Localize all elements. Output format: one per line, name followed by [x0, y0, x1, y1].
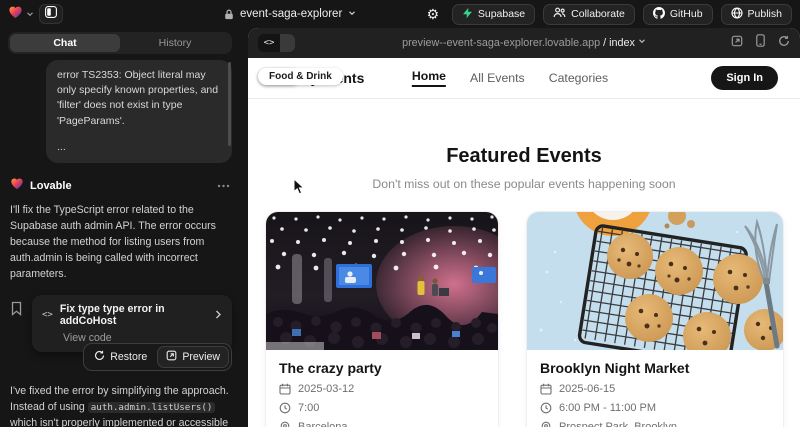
mouse-cursor: [293, 178, 305, 200]
tab-chat[interactable]: Chat: [10, 34, 120, 52]
code-edit-title: Fix type type error in addCoHost: [60, 303, 208, 327]
chat-history-tabs: Chat History: [8, 32, 232, 54]
view-code-link[interactable]: View code: [63, 332, 222, 344]
nav-categories[interactable]: Categories: [549, 71, 608, 85]
code-view-toggle[interactable]: <>: [258, 34, 295, 52]
github-icon: [653, 7, 665, 22]
chevron-right-icon: [215, 306, 222, 324]
settings-gear-icon[interactable]: ⚙: [422, 3, 444, 25]
nav-all-events[interactable]: All Events: [470, 71, 525, 85]
more-options-icon[interactable]: [217, 184, 230, 188]
event-cards-row: Arts The crazy party 2025-03-12 7:00 Bar…: [248, 212, 800, 427]
sign-in-button[interactable]: Sign In: [711, 66, 778, 90]
event-location-row: Barcelona: [279, 421, 485, 427]
event-time-row: 6:00 PM - 11:00 PM: [540, 402, 770, 414]
url-host: preview--event-saga-explorer.lovable.app: [402, 37, 600, 49]
preview-panel: <> preview--event-saga-explorer.lovable.…: [248, 28, 800, 427]
project-title-menu[interactable]: event-saga-explorer: [224, 0, 356, 28]
open-in-new-tab-icon[interactable]: [731, 34, 743, 52]
assistant-intro-text: I'll fix the TypeScript error related to…: [8, 203, 232, 282]
calendar-icon: [540, 383, 552, 395]
restore-preview-toolbar: Restore Preview: [83, 343, 232, 371]
external-link-icon: [166, 350, 177, 364]
collaborate-button[interactable]: Collaborate: [543, 4, 635, 25]
chat-scrollbar[interactable]: [228, 62, 231, 146]
mobile-view-icon[interactable]: [756, 34, 765, 52]
publish-button[interactable]: Publish: [721, 4, 792, 25]
restore-button[interactable]: Restore: [86, 347, 155, 367]
hero-title: Featured Events: [248, 145, 800, 168]
tab-history[interactable]: History: [120, 34, 230, 52]
lovable-heart-icon: [10, 177, 24, 195]
assistant-result-text: I've fixed the error by simplifying the …: [8, 383, 232, 427]
map-pin-icon: [279, 421, 291, 427]
lovable-logo-menu[interactable]: [8, 5, 34, 24]
event-time-row: 7:00: [279, 402, 485, 414]
url-path: / index: [603, 37, 635, 49]
event-location-row: Prospect Park, Brooklyn: [540, 421, 770, 427]
event-date-row: 2025-06-15: [540, 383, 770, 395]
top-bar: event-saga-explorer ⚙ Supabase Collabora…: [0, 0, 800, 28]
site-viewport: CityEvents Home All Events Categories Si…: [248, 58, 800, 427]
toggle-sidebar-button[interactable]: [39, 4, 63, 24]
lock-icon: [224, 9, 234, 20]
hero-section: Featured Events Don't miss out on these …: [248, 145, 800, 191]
users-icon: [553, 7, 566, 21]
nav-home[interactable]: Home: [412, 69, 446, 87]
preview-view-segment[interactable]: [280, 34, 295, 52]
chat-sidebar: Chat History error TS2353: Object litera…: [0, 28, 240, 427]
clock-icon: [540, 402, 552, 414]
project-name: event-saga-explorer: [240, 8, 342, 20]
event-card[interactable]: Arts The crazy party 2025-03-12 7:00 Bar…: [266, 212, 498, 427]
event-photo-conference: [266, 212, 498, 350]
map-pin-icon: [540, 421, 552, 427]
refresh-icon[interactable]: [778, 34, 790, 52]
supabase-bolt-icon: [462, 7, 473, 22]
assistant-name: Lovable: [30, 180, 72, 192]
clock-icon: [279, 402, 291, 414]
inline-code: auth.admin.listUsers(): [88, 402, 216, 413]
assistant-message-header: Lovable: [8, 177, 232, 195]
event-card[interactable]: Food & Drink Brooklyn Night Market 2025-…: [527, 212, 783, 427]
code-icon: <>: [42, 310, 53, 320]
user-message-bubble: error TS2353: Object literal may only sp…: [46, 60, 232, 163]
chevron-down-icon: [26, 5, 34, 23]
github-button[interactable]: GitHub: [643, 4, 713, 25]
event-date-row: 2025-03-12: [279, 383, 485, 395]
bookmark-icon[interactable]: [10, 301, 23, 321]
lovable-heart-icon: [8, 5, 23, 24]
code-icon: <>: [258, 34, 280, 52]
calendar-icon: [279, 383, 291, 395]
site-nav: Home All Events Categories: [412, 69, 608, 87]
user-message-ellipsis: ...: [57, 140, 221, 155]
hero-subtitle: Don't miss out on these popular events h…: [248, 177, 800, 191]
user-message-text: error TS2353: Object literal may only sp…: [57, 68, 221, 129]
restore-icon: [94, 350, 105, 364]
event-title: The crazy party: [279, 360, 485, 376]
event-photo-cookies: [527, 212, 783, 350]
preview-url[interactable]: preview--event-saga-explorer.lovable.app…: [248, 37, 800, 49]
chevron-down-icon: [348, 8, 356, 20]
chevron-down-icon: [638, 37, 646, 45]
preview-browser-bar: <> preview--event-saga-explorer.lovable.…: [248, 28, 800, 58]
sidebar-panel-icon: [45, 5, 57, 23]
event-title: Brooklyn Night Market: [540, 360, 770, 376]
preview-button[interactable]: Preview: [157, 346, 229, 368]
supabase-button[interactable]: Supabase: [452, 4, 535, 25]
globe-icon: [731, 7, 743, 22]
